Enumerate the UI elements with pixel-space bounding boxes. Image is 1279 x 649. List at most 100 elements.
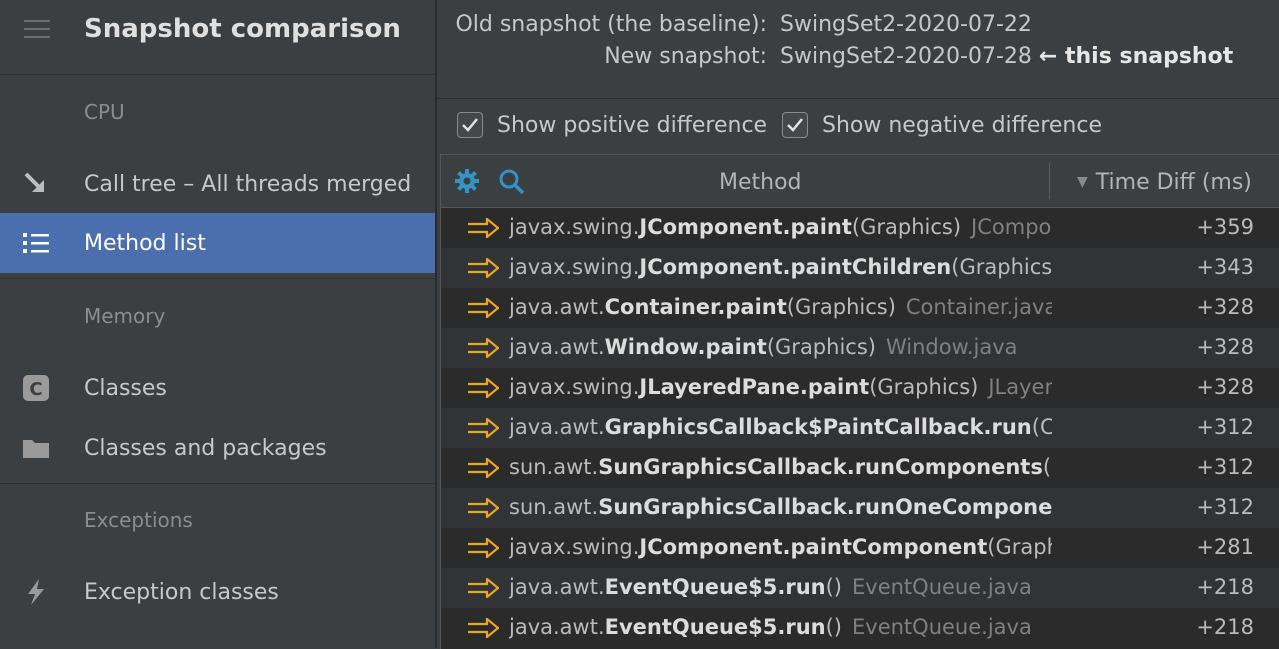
old-snapshot-row: Old snapshot (the baseline): SwingSet2-2… [437, 12, 1279, 42]
sidebar-item-label: Classes and packages [84, 435, 327, 461]
main-separator [437, 98, 1279, 99]
section-cpu: CPU [84, 100, 125, 124]
table-row[interactable]: javax.swing.JComponent.paintChildren(Gra… [441, 248, 1279, 288]
time-diff-cell: +312 [1196, 415, 1254, 439]
sidebar-item-exception-classes[interactable]: Exception classes [0, 562, 435, 622]
column-header-method[interactable]: Method [719, 170, 802, 195]
increase-arrow-icon [468, 258, 499, 278]
table-row[interactable]: javax.swing.JLayeredPane.paint(Graphics)… [441, 368, 1279, 408]
sidebar-item-label: Exception classes [84, 579, 279, 605]
time-diff-cell: +328 [1196, 335, 1254, 359]
checkmark-icon [462, 118, 478, 132]
time-diff-cell: +312 [1196, 455, 1254, 479]
method-file: JLayeredPane.java [988, 375, 1052, 399]
increase-arrow-icon [468, 378, 499, 398]
search-icon[interactable] [497, 167, 525, 195]
sidebar-item-method-list[interactable]: Method list [0, 213, 435, 273]
sidebar-divider [0, 483, 435, 484]
svg-text:C: C [29, 379, 42, 400]
checkbox-box[interactable] [782, 112, 808, 138]
checkbox-box[interactable] [457, 112, 483, 138]
method-package: sun.awt. [509, 455, 599, 479]
time-diff-cell: +343 [1196, 255, 1254, 279]
method-args: (Component, Graphics) [1031, 415, 1052, 439]
increase-arrow-icon [468, 538, 499, 558]
increase-arrow-icon [468, 458, 499, 478]
sidebar-item-classes[interactable]: C Classes [0, 358, 435, 418]
time-diff-cell: +359 [1196, 215, 1254, 239]
table-row[interactable]: java.awt.EventQueue$5.run() EventQueue.ja… [441, 568, 1279, 608]
hamburger-menu-icon[interactable] [24, 20, 50, 40]
old-snapshot-label: Old snapshot (the baseline): [455, 12, 767, 37]
method-args: (Graphics) [987, 535, 1052, 559]
time-diff-cell: +281 [1196, 535, 1254, 559]
method-package: java.awt. [509, 335, 605, 359]
table-row[interactable]: javax.swing.JComponent.paintComponent(Gr… [441, 528, 1279, 568]
method-args: () [825, 615, 842, 639]
checkbox-label: Show positive difference [497, 112, 768, 138]
new-snapshot-label: New snapshot: [604, 44, 767, 69]
method-cell: java.awt.EventQueue$5.run() EventQueue.ja… [509, 615, 1052, 639]
sidebar-item-classes-and-packages[interactable]: Classes and packages [0, 418, 435, 478]
table-row[interactable]: sun.awt.SunGraphicsCallback.runComponent… [441, 448, 1279, 488]
sidebar-item-call-tree[interactable]: Call tree – All threads merged [0, 154, 435, 214]
method-name: GraphicsCallback$PaintCallback.run [604, 415, 1032, 439]
gear-icon[interactable] [453, 167, 481, 195]
table-row[interactable]: sun.awt.SunGraphicsCallback.runOneCompon… [441, 488, 1279, 528]
section-memory: Memory [84, 304, 166, 328]
method-file: JComponent.java [971, 215, 1052, 239]
method-args: () [825, 575, 842, 599]
new-snapshot-value-wrap: SwingSet2-2020-07-28 ← this snapshot [780, 44, 1233, 69]
sidebar-header: Snapshot comparison [0, 0, 435, 75]
method-cell: java.awt.Window.paint(Graphics) Window.ja… [509, 335, 1052, 359]
method-cell: javax.swing.JComponent.paintChildren(Gra… [509, 255, 1052, 279]
method-name: SunGraphicsCallback.runComponents [598, 455, 1043, 479]
method-name: JComponent.paintComponent [639, 535, 988, 559]
new-snapshot-value: SwingSet2-2020-07-28 [780, 44, 1032, 69]
method-args: (Graphics) [869, 375, 979, 399]
method-cell: javax.swing.JComponent.paint(Graphics) JC… [509, 215, 1052, 239]
table-row[interactable]: java.awt.Window.paint(Graphics) Window.ja… [441, 328, 1279, 368]
method-package: javax.swing. [509, 215, 640, 239]
column-separator[interactable] [1049, 163, 1050, 199]
show-positive-checkbox[interactable]: Show positive difference [457, 112, 767, 138]
method-package: javax.swing. [509, 535, 640, 559]
increase-arrow-icon [468, 498, 499, 518]
table-row[interactable]: java.awt.EventQueue$5.run() EventQueue.ja… [441, 608, 1279, 648]
method-package: java.awt. [509, 575, 605, 599]
method-package: java.awt. [509, 295, 605, 319]
method-name: SunGraphicsCallback.runOneComponent [598, 495, 1052, 519]
method-args: (Component[], Graphics, int) [1042, 455, 1052, 479]
method-name: Container.paint [604, 295, 787, 319]
column-header-time-diff[interactable]: ▼ Time Diff (ms) [1077, 170, 1252, 195]
method-name: JComponent.paintChildren [639, 255, 952, 279]
call-tree-arrow-icon [24, 172, 44, 192]
time-diff-cell: +218 [1196, 575, 1254, 599]
table-header: Method ▼ Time Diff (ms) [441, 155, 1279, 208]
new-snapshot-row: New snapshot: SwingSet2-2020-07-28 ← thi… [437, 44, 1279, 74]
time-diff-cell: +218 [1196, 615, 1254, 639]
show-negative-checkbox[interactable]: Show negative difference [782, 112, 1102, 138]
method-file: Window.java [885, 335, 1018, 359]
method-package: java.awt. [509, 415, 605, 439]
old-snapshot-value: SwingSet2-2020-07-22 [780, 12, 1032, 37]
method-package: sun.awt. [509, 495, 599, 519]
method-cell: java.awt.EventQueue$5.run() EventQueue.ja… [509, 575, 1052, 599]
sidebar-item-label: Method list [84, 230, 206, 256]
method-file: EventQueue.java [852, 615, 1032, 639]
method-name: JLayeredPane.paint [639, 375, 870, 399]
this-snapshot-marker: ← this snapshot [1038, 44, 1234, 69]
method-name: EventQueue$5.run [604, 575, 826, 599]
sidebar-divider [0, 278, 435, 279]
lightning-icon [28, 579, 44, 605]
time-diff-cell: +328 [1196, 375, 1254, 399]
sidebar-item-label: Call tree – All threads merged [84, 171, 412, 197]
table-row[interactable]: java.awt.Container.paint(Graphics) Contai… [441, 288, 1279, 328]
table-row[interactable]: javax.swing.JComponent.paint(Graphics) JC… [441, 208, 1279, 248]
method-name: Window.paint [604, 335, 767, 359]
main-panel: Old snapshot (the baseline): SwingSet2-2… [437, 0, 1279, 649]
method-cell: sun.awt.SunGraphicsCallback.runOneCompon… [509, 495, 1052, 519]
table-row[interactable]: java.awt.GraphicsCallback$PaintCallback.… [441, 408, 1279, 448]
app-title: Snapshot comparison [84, 14, 401, 44]
column-header-time-diff-label: Time Diff (ms) [1095, 170, 1252, 195]
